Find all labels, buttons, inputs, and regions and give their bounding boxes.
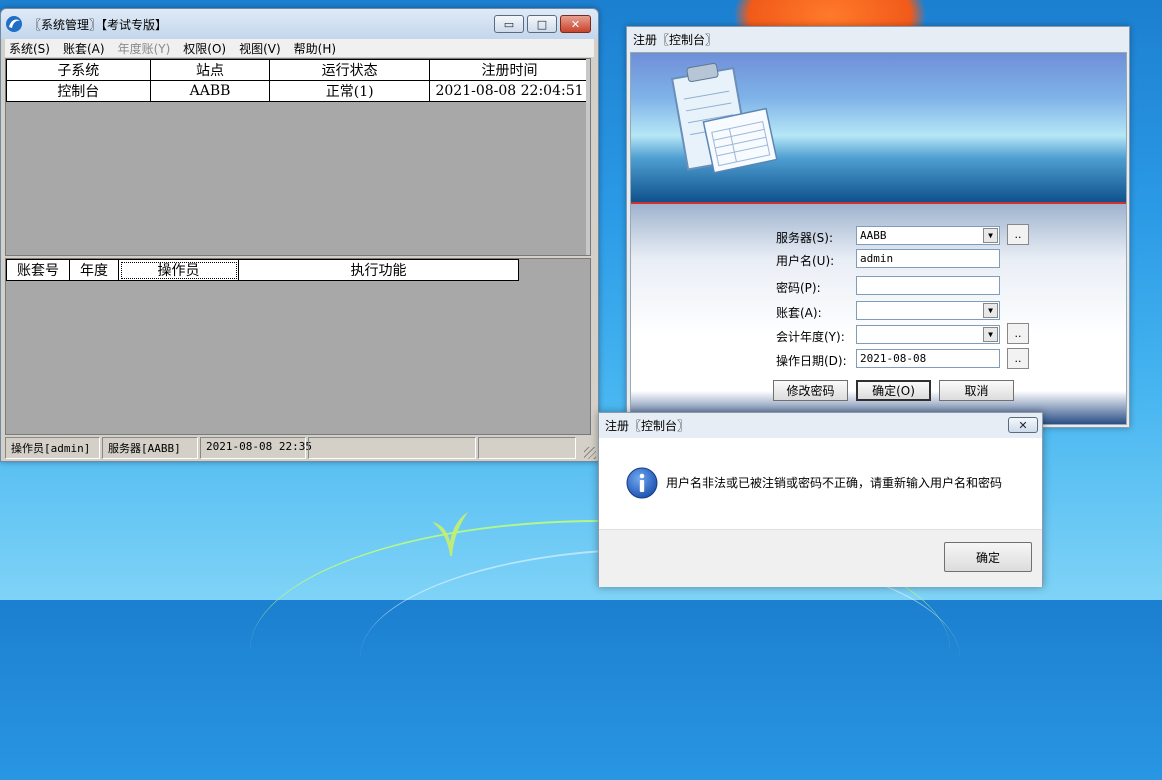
status-operator: 操作员[admin] — [5, 437, 100, 459]
column-header-year[interactable]: 年度 — [69, 259, 119, 281]
error-title: 注册〖控制台〗 — [605, 419, 690, 433]
error-ok-button[interactable]: 确定 — [944, 542, 1032, 572]
fiscal-year-label: 会计年度(Y): — [776, 330, 845, 344]
status-server: 服务器[AABB] — [102, 437, 198, 459]
maximize-icon: □ — [536, 17, 548, 31]
error-footer: 确定 — [599, 529, 1042, 587]
window-title: 〖系统管理〗【考试专版】 — [29, 17, 168, 32]
column-header-account-no[interactable]: 账套号 — [6, 259, 70, 281]
login-titlebar[interactable]: 注册〖控制台〗 — [627, 27, 1129, 51]
operation-date-input[interactable]: 2021-08-08 — [856, 349, 1000, 368]
menu-account-set[interactable]: 账套(A) — [63, 40, 105, 57]
menu-bar: 系统(S) 账套(A) 年度账(Y) 权限(O) 视图(V) 帮助(H) — [5, 39, 594, 57]
operation-date-label: 操作日期(D): — [776, 354, 847, 368]
subsystem-table: 子系统 站点 运行状态 注册时间 控制台 AABB 正常(1) 2021-08-… — [6, 59, 590, 102]
task-grid[interactable]: 账套号 年度 操作员 执行功能 — [5, 258, 591, 435]
subsystem-grid[interactable]: 子系统 站点 运行状态 注册时间 控制台 AABB 正常(1) 2021-08-… — [5, 58, 591, 256]
status-empty-cell — [478, 437, 576, 459]
column-header-register-time[interactable]: 注册时间 — [429, 59, 590, 81]
username-label: 用户名(U): — [776, 254, 835, 268]
close-button[interactable]: ✕ — [560, 15, 591, 33]
operation-date-browse-button[interactable]: .. — [1007, 348, 1029, 369]
menu-system[interactable]: 系统(S) — [9, 40, 50, 57]
table-row[interactable]: 控制台 AABB 正常(1) 2021-08-08 22:04:51 — [6, 80, 590, 102]
maximize-button[interactable]: □ — [527, 15, 557, 33]
close-button[interactable]: ✕ — [1008, 417, 1038, 433]
login-banner — [631, 53, 1126, 203]
account-select[interactable]: ▼ — [856, 301, 1000, 320]
fiscal-year-browse-button[interactable]: .. — [1007, 323, 1029, 344]
desktop-leaf-icon — [432, 512, 468, 556]
cell-site: AABB — [149, 80, 271, 102]
column-header-function[interactable]: 执行功能 — [238, 259, 519, 281]
chevron-down-icon[interactable]: ▼ — [983, 228, 998, 243]
cell-status: 正常(1) — [269, 80, 430, 102]
password-label: 密码(P): — [776, 281, 821, 295]
fiscal-year-select[interactable]: ▼ — [856, 325, 1000, 344]
server-browse-button[interactable]: .. — [1007, 224, 1029, 245]
cancel-button[interactable]: 取消 — [939, 380, 1014, 401]
error-message: 用户名非法或已被注销或密码不正确，请重新输入用户名和密码 — [666, 476, 1003, 490]
menu-view[interactable]: 视图(V) — [239, 40, 281, 57]
menu-permissions[interactable]: 权限(O) — [183, 40, 226, 57]
minimize-icon: ▭ — [503, 17, 515, 31]
column-header-operator[interactable]: 操作员 — [118, 259, 239, 281]
status-datetime: 2021-08-08 22:35 — [200, 437, 312, 459]
error-body: 用户名非法或已被注销或密码不正确，请重新输入用户名和密码 — [599, 438, 1042, 538]
info-icon — [626, 467, 658, 499]
column-header-site[interactable]: 站点 — [149, 59, 271, 81]
server-value: AABB — [860, 229, 887, 242]
ledger-documents-icon — [671, 62, 778, 174]
column-header-subsystem[interactable]: 子系统 — [6, 59, 151, 81]
server-select[interactable]: AABB ▼ — [856, 226, 1000, 245]
cell-subsystem: 控制台 — [6, 80, 151, 102]
column-header-status[interactable]: 运行状态 — [269, 59, 430, 81]
username-input[interactable]: admin — [856, 249, 1000, 268]
status-empty-cell — [308, 437, 476, 459]
login-title: 注册〖控制台〗 — [633, 32, 718, 47]
login-dialog: 注册〖控制台〗 服务器(S): AABB ▼ .. 用户名(U): admin … — [626, 26, 1130, 428]
minimize-button[interactable]: ▭ — [494, 15, 524, 33]
cell-register-time: 2021-08-08 22:04:51 — [429, 80, 590, 102]
menu-help[interactable]: 帮助(H) — [294, 40, 336, 57]
account-label: 账套(A): — [776, 306, 822, 320]
table-header-row: 账套号 年度 操作员 执行功能 — [6, 259, 519, 281]
change-password-button[interactable]: 修改密码 — [773, 380, 848, 401]
server-label: 服务器(S): — [776, 231, 834, 245]
error-message-box: 注册〖控制台〗 ✕ 用户名非法或已被注销或密码不正确，请重新输入用户名和密码 确… — [598, 412, 1043, 587]
task-table: 账套号 年度 操作员 执行功能 — [6, 259, 519, 281]
login-content: 服务器(S): AABB ▼ .. 用户名(U): admin 密码(P): 账… — [630, 52, 1127, 425]
close-icon: ✕ — [570, 17, 581, 31]
error-titlebar[interactable]: 注册〖控制台〗 — [599, 413, 1042, 438]
system-manager-window: 〖系统管理〗【考试专版】 ▭ □ ✕ 系统(S) 账套(A) 年度账(Y) 权限… — [0, 8, 599, 462]
close-icon: ✕ — [1018, 418, 1028, 432]
chevron-down-icon[interactable]: ▼ — [983, 327, 998, 342]
vertical-scrollbar[interactable] — [586, 59, 590, 255]
password-input[interactable] — [856, 276, 1000, 295]
app-logo-icon — [6, 16, 22, 32]
resize-grip[interactable] — [584, 447, 596, 459]
chevron-down-icon[interactable]: ▼ — [983, 303, 998, 318]
table-header-row: 子系统 站点 运行状态 注册时间 — [6, 59, 590, 81]
menu-annual-account[interactable]: 年度账(Y) — [118, 40, 171, 57]
status-bar: 操作员[admin] 服务器[AABB] 2021-08-08 22:35 — [5, 437, 594, 459]
ok-button[interactable]: 确定(O) — [856, 380, 931, 401]
